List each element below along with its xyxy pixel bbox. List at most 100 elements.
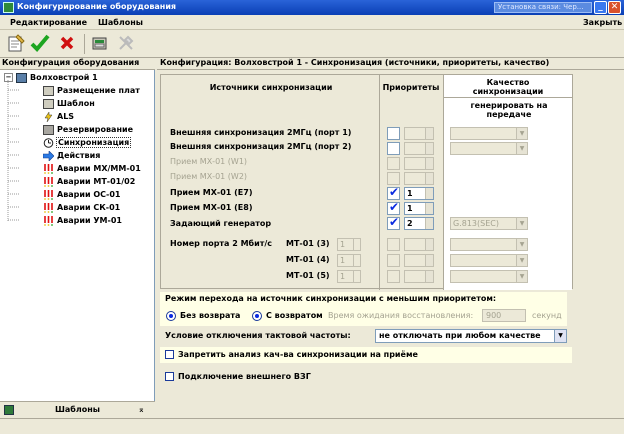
source-checkbox[interactable]: ✔ [387, 200, 400, 215]
source-checkbox[interactable] [387, 127, 400, 140]
tree-item-label: Шаблон [57, 99, 95, 108]
menu-close[interactable]: Закрыть [583, 18, 622, 27]
tree-item-alarm[interactable]: Аварии УМ-01 [43, 214, 122, 227]
tree-item-actions[interactable]: Действия [43, 149, 100, 162]
menu-bar: Редактирование Шаблоны Закрыть [0, 15, 624, 30]
config-tree[interactable]: − Волховстрой 1 Размещение плат Шаблон A… [0, 70, 155, 401]
tree-item-label: Аварии МХ/ММ-01 [57, 164, 141, 173]
disable-select[interactable]: не отключать при любом качестве ▼ [375, 329, 567, 343]
arrow-right-icon [43, 150, 54, 161]
lightning-icon [44, 111, 53, 122]
port-number-label: Номер порта 2 Мбит/с [170, 239, 273, 248]
tree-lines [7, 80, 20, 222]
no-return-radio[interactable] [166, 311, 176, 321]
port-checkbox[interactable] [387, 270, 400, 283]
clock-icon [43, 137, 54, 148]
quality-dropdown[interactable]: ▼ [450, 270, 528, 283]
priority-spinner[interactable]: 1 [404, 187, 434, 200]
port-checkbox[interactable] [387, 254, 400, 267]
port-label: МТ-01 (4) [286, 255, 330, 264]
priorities-header: Приоритеты [382, 83, 440, 92]
with-return-label: С возвратом [266, 311, 323, 320]
equipment-icon[interactable] [89, 32, 111, 54]
apply-check-icon[interactable] [29, 32, 51, 54]
chevron-down-icon: ▼ [516, 143, 527, 154]
connection-status: Установка связи: Чер... [494, 2, 592, 13]
priority-spinner[interactable] [404, 238, 434, 251]
tree-header: Конфигурация оборудования [0, 58, 155, 70]
priority-spinner[interactable] [404, 270, 434, 283]
source-label: Внешняя синхронизация 2МГц (порт 2) [170, 142, 352, 151]
source-label: Прием МХ-01 (W1) [170, 157, 248, 166]
tree-item-label: Аварии СК-01 [57, 203, 121, 212]
tree-item-alarm[interactable]: Аварии СК-01 [43, 201, 120, 214]
tree-item-boards[interactable]: Размещение плат [43, 84, 140, 97]
quality-dropdown[interactable]: ▼ [450, 238, 528, 251]
templates-bar[interactable]: Шаблоны ⌅ [0, 401, 155, 418]
menu-edit[interactable]: Редактирование [10, 18, 87, 27]
wait-label: Время ожидания восстановления: [328, 311, 474, 320]
tools-icon[interactable] [115, 32, 137, 54]
sync-panel: Источники синхронизации Приоритеты Качес… [157, 70, 624, 418]
alarm-icon [44, 215, 53, 226]
quality-dropdown[interactable]: ▼ [450, 142, 528, 155]
tree-item-template[interactable]: Шаблон [43, 97, 95, 110]
forbid-checkbox[interactable] [165, 350, 174, 359]
port-checkbox[interactable] [387, 238, 400, 251]
source-checkbox[interactable]: ✔ [387, 215, 400, 230]
minimize-button[interactable]: _ [594, 1, 607, 14]
alarm-icon [44, 163, 53, 174]
cancel-x-icon[interactable] [56, 32, 78, 54]
disable-label: Условие отключения тактовой частоты: [165, 331, 351, 340]
with-return-radio[interactable] [252, 311, 262, 321]
mode-group: Режим перехода на источник синхронизации… [160, 292, 567, 326]
tree-item-label: Аварии ОС-01 [57, 190, 121, 199]
chevron-down-icon: ▼ [516, 218, 527, 229]
tree-item-label: Аварии МТ-01/02 [57, 177, 136, 186]
priority-spinner[interactable] [404, 157, 434, 170]
quality-dropdown[interactable]: G.813(SEC) ▼ [450, 217, 528, 230]
tree-item-redundancy[interactable]: Резервирование [43, 123, 133, 136]
priority-spinner[interactable] [404, 142, 434, 155]
template-icon [43, 98, 54, 109]
source-checkbox[interactable] [387, 157, 400, 170]
tree-item-alarm[interactable]: Аварии МТ-01/02 [43, 175, 135, 188]
alarm-icon [44, 202, 53, 213]
alarm-icon [44, 176, 53, 187]
divider [379, 75, 380, 290]
port-spinner[interactable]: 1 [337, 270, 361, 283]
source-checkbox[interactable] [387, 172, 400, 185]
tree-item-label: Размещение плат [57, 86, 140, 95]
menu-templates[interactable]: Шаблоны [98, 18, 143, 27]
sources-header: Источники синхронизации [209, 83, 333, 92]
tree-item-als[interactable]: ALS [43, 110, 74, 123]
boards-icon [43, 85, 54, 96]
tree-item-sync[interactable]: Синхронизация [43, 136, 132, 149]
source-label: Внешняя синхронизация 2МГц (порт 1) [170, 128, 352, 137]
chevron-down-icon: ▼ [516, 239, 527, 250]
new-doc-icon[interactable] [5, 32, 27, 54]
port-spinner[interactable]: 1 [337, 254, 361, 267]
quality-dropdown[interactable]: ▼ [450, 127, 528, 140]
priority-spinner[interactable] [404, 254, 434, 267]
app-icon [3, 2, 14, 13]
source-checkbox[interactable] [387, 142, 400, 155]
port-spinner[interactable]: 1 [337, 238, 361, 251]
tree-item-alarm[interactable]: Аварии ОС-01 [43, 188, 121, 201]
priority-spinner[interactable]: 1 [404, 202, 434, 215]
tree-item-label: ALS [57, 112, 75, 121]
title-bar: Конфигурирование оборудования Установка … [0, 0, 624, 15]
priority-spinner[interactable] [404, 127, 434, 140]
close-window-button[interactable]: ✕ [608, 1, 621, 14]
templates-toggle-icon[interactable]: ⌅ [138, 405, 145, 414]
priority-spinner[interactable] [404, 172, 434, 185]
external-vzg-checkbox[interactable] [165, 372, 174, 381]
source-checkbox[interactable]: ✔ [387, 185, 400, 200]
quality-dropdown[interactable]: ▼ [450, 254, 528, 267]
mode-title: Режим перехода на источник синхронизации… [165, 294, 497, 303]
priority-spinner[interactable]: 2 [404, 217, 434, 230]
tree-item-alarm[interactable]: Аварии МХ/ММ-01 [43, 162, 141, 175]
wait-unit: секунд [532, 311, 562, 320]
wait-input[interactable]: 900 [482, 309, 526, 322]
tree-item-label: Синхронизация [55, 137, 132, 148]
